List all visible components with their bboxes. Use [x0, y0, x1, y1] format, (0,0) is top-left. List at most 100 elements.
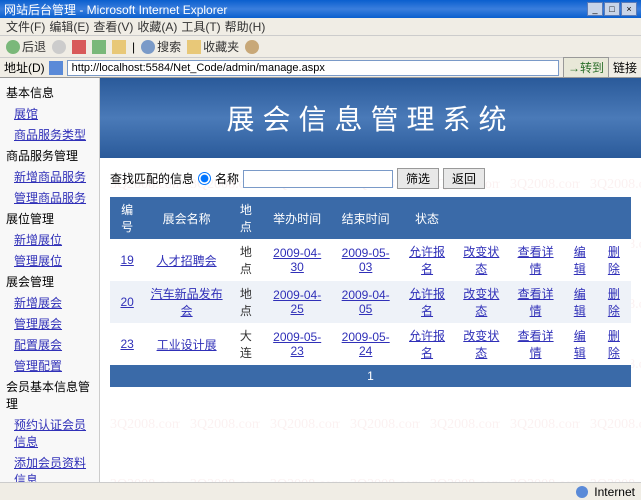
column-header: 状态 [400, 197, 454, 239]
sidebar-item[interactable]: 新增展会 [2, 292, 97, 313]
cell-link[interactable]: 2009-05-24 [342, 330, 390, 358]
sidebar-item[interactable]: 展馆 [2, 103, 97, 124]
detail-link[interactable]: 查看详情 [518, 329, 554, 360]
table-row: 20汽车新品发布会地点2009-04-252009-04-05允许报名改变状态查… [110, 281, 631, 323]
search-input[interactable] [243, 170, 393, 188]
sidebar-item[interactable]: 管理展会 [2, 313, 97, 334]
return-button[interactable]: 返回 [443, 168, 485, 189]
links-label[interactable]: 链接 [613, 59, 637, 76]
sidebar-item[interactable]: 预约认证会员信息 [2, 414, 97, 452]
toolbar: 后退 | 搜索 收藏夹 [0, 36, 641, 58]
sidebar-item[interactable]: 商品服务类型 [2, 124, 97, 145]
forward-button[interactable] [52, 40, 66, 54]
cell-link[interactable]: 工业设计展 [157, 338, 217, 352]
del-link[interactable]: 删除 [608, 245, 620, 276]
page-icon [49, 61, 63, 75]
back-icon [6, 40, 20, 54]
cell-link[interactable]: 2009-05-03 [342, 246, 390, 274]
cell-link[interactable]: 23 [120, 337, 133, 351]
search-radio-name[interactable] [198, 172, 211, 185]
menu-help[interactable]: 帮助(H) [225, 18, 266, 35]
home-button[interactable] [112, 40, 126, 54]
signup-link[interactable]: 允许报名 [409, 329, 445, 360]
menu-tools[interactable]: 工具(T) [181, 18, 220, 35]
go-button[interactable]: →转到 [563, 57, 609, 78]
sidebar: 基本信息展馆商品服务类型商品服务管理新增商品服务管理商品服务展位管理新增展位管理… [0, 78, 100, 482]
page-1-link[interactable]: 1 [367, 369, 374, 383]
page-banner: 展会信息管理系统 [100, 78, 641, 158]
change-link[interactable]: 改变状态 [463, 329, 499, 360]
favorites-button[interactable]: 收藏夹 [187, 38, 239, 55]
refresh-button[interactable] [92, 40, 106, 54]
sidebar-section[interactable]: 商品服务管理 [2, 145, 97, 166]
content-area: 展会信息管理系统 查找匹配的信息 名称 筛选 返回 编号展会名称地点举办时间结束… [100, 78, 641, 482]
minimize-button[interactable]: _ [587, 2, 603, 16]
filter-button[interactable]: 筛选 [397, 168, 439, 189]
column-header [508, 197, 562, 239]
table-row: 23工业设计展大连2009-05-232009-05-24允许报名改变状态查看详… [110, 323, 631, 365]
address-input[interactable] [67, 60, 559, 76]
menu-favorites[interactable]: 收藏(A) [137, 18, 177, 35]
edit-link[interactable]: 编辑 [574, 287, 586, 318]
search-icon [141, 40, 155, 54]
change-link[interactable]: 改变状态 [463, 245, 499, 276]
cell-link[interactable]: 人才招聘会 [157, 254, 217, 268]
sidebar-item[interactable]: 管理商品服务 [2, 187, 97, 208]
edit-link[interactable]: 编辑 [574, 245, 586, 276]
column-header: 展会名称 [144, 197, 229, 239]
pager: 1 [110, 365, 631, 387]
del-link[interactable]: 删除 [608, 329, 620, 360]
menu-view[interactable]: 查看(V) [93, 18, 133, 35]
change-link[interactable]: 改变状态 [463, 287, 499, 318]
sidebar-item[interactable]: 添加会员资料信息 [2, 452, 97, 482]
sidebar-section[interactable]: 展位管理 [2, 208, 97, 229]
sidebar-section[interactable]: 展会管理 [2, 271, 97, 292]
column-header: 举办时间 [263, 197, 331, 239]
search-label: 查找匹配的信息 [110, 170, 194, 187]
cell-link[interactable]: 2009-05-23 [273, 330, 321, 358]
column-header [454, 197, 508, 239]
edit-link[interactable]: 编辑 [574, 329, 586, 360]
menu-file[interactable]: 文件(F) [6, 18, 45, 35]
back-button[interactable]: 后退 [6, 38, 46, 55]
signup-link[interactable]: 允许报名 [409, 245, 445, 276]
menubar: 文件(F) 编辑(E) 查看(V) 收藏(A) 工具(T) 帮助(H) [0, 18, 641, 36]
clock-icon [245, 40, 259, 54]
sidebar-item[interactable]: 新增商品服务 [2, 166, 97, 187]
zone-label: Internet [594, 485, 635, 499]
search-button[interactable]: 搜索 [141, 38, 181, 55]
sidebar-item[interactable]: 管理配置 [2, 355, 97, 376]
exhibition-table: 编号展会名称地点举办时间结束时间状态 19人才招聘会地点2009-04-3020… [110, 197, 631, 365]
column-header: 编号 [110, 197, 144, 239]
cell-link[interactable]: 2009-04-05 [342, 288, 390, 316]
window-controls: _ □ × [587, 2, 637, 16]
signup-link[interactable]: 允许报名 [409, 287, 445, 318]
column-header [563, 197, 597, 239]
table-row: 19人才招聘会地点2009-04-302009-05-03允许报名改变状态查看详… [110, 239, 631, 281]
search-radio-label: 名称 [215, 170, 239, 187]
sidebar-section[interactable]: 会员基本信息管理 [2, 376, 97, 414]
column-header: 地点 [229, 197, 263, 239]
star-icon [187, 40, 201, 54]
history-button[interactable] [245, 40, 259, 54]
cell-link[interactable]: 20 [120, 295, 133, 309]
sidebar-section[interactable]: 基本信息 [2, 82, 97, 103]
sidebar-item[interactable]: 管理展位 [2, 250, 97, 271]
close-button[interactable]: × [621, 2, 637, 16]
cell-link[interactable]: 19 [120, 253, 133, 267]
cell-link[interactable]: 2009-04-30 [273, 246, 321, 274]
cell-link[interactable]: 汽车新品发布会 [151, 287, 223, 318]
sidebar-item[interactable]: 新增展位 [2, 229, 97, 250]
detail-link[interactable]: 查看详情 [518, 287, 554, 318]
globe-icon [576, 486, 588, 498]
del-link[interactable]: 删除 [608, 287, 620, 318]
detail-link[interactable]: 查看详情 [518, 245, 554, 276]
status-bar: Internet [0, 482, 641, 500]
column-header: 结束时间 [331, 197, 399, 239]
cell-link[interactable]: 2009-04-25 [273, 288, 321, 316]
sidebar-item[interactable]: 配置展会 [2, 334, 97, 355]
maximize-button[interactable]: □ [604, 2, 620, 16]
home-icon [112, 40, 126, 54]
stop-button[interactable] [72, 40, 86, 54]
menu-edit[interactable]: 编辑(E) [49, 18, 89, 35]
